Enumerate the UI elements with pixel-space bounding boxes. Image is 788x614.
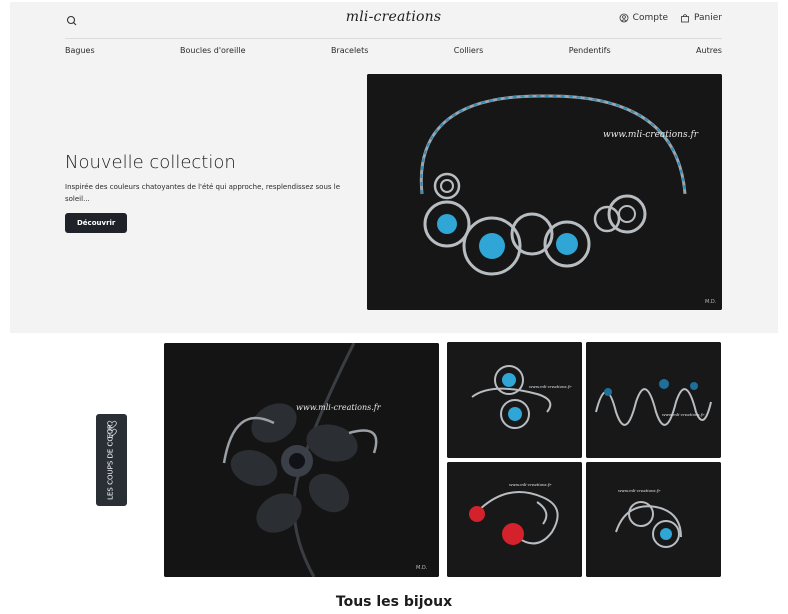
hero-content: Nouvelle collection Inspirée des couleur… (65, 152, 355, 233)
cart-label: Panier (694, 13, 722, 23)
hero-image-credit: M.D. (705, 299, 717, 305)
nav-item-boucles-oreille[interactable]: Boucles d'oreille (180, 46, 246, 55)
thumb-watermark: www.mli-creations.fr (529, 384, 572, 389)
nav-item-colliers[interactable]: Colliers (454, 46, 484, 55)
hero-description: Inspirée des couleurs chatoyantes de l'é… (65, 183, 341, 203)
nav-item-pendentifs[interactable]: Pendentifs (569, 46, 611, 55)
favorite-main-credit: M.D. (416, 565, 428, 571)
thumb-watermark: www.mli-creations.fr (618, 488, 661, 493)
nav-item-bracelets[interactable]: Bracelets (331, 46, 368, 55)
favorite-main-image[interactable]: www.mli-creations.fr M.D. (164, 343, 439, 577)
thumb-watermark: www.mli-creations.fr (509, 482, 552, 487)
main-nav: Bagues Boucles d'oreille Bracelets Colli… (65, 46, 722, 55)
favorite-thumb-ring-blue[interactable]: www.mli-creations.fr (447, 342, 582, 458)
header: mli-creations Compte Panier (65, 8, 722, 32)
favorite-thumb-ring-red[interactable]: www.mli-creations.fr (447, 462, 582, 577)
nav-item-autres[interactable]: Autres (696, 46, 722, 55)
account-icon (619, 13, 629, 23)
account-links: Compte Panier (619, 13, 722, 23)
section-title-all-jewelry: Tous les bijoux (335, 594, 453, 610)
cart-icon (681, 14, 689, 23)
favorites-tab[interactable]: LES COUPS DE CŒUR (96, 414, 127, 506)
account-label: Compte (632, 13, 669, 23)
favorite-main-watermark: www.mli-creations.fr (296, 403, 381, 412)
favorite-thumb-wavy-bracelet[interactable]: www.mli-creations.fr (586, 342, 721, 458)
nav-item-bagues[interactable]: Bagues (65, 46, 95, 55)
favorite-thumb-ring-swirl[interactable]: www.mli-creations.fr (586, 462, 721, 577)
header-divider (65, 38, 722, 39)
favorites-tab-label: LES COUPS DE CŒUR (106, 424, 115, 500)
thumb-watermark: www.mli-creations.fr (662, 412, 705, 417)
discover-button[interactable]: Découvrir (65, 213, 128, 233)
account-link[interactable]: Compte (619, 13, 668, 23)
hero-title: Nouvelle collection (65, 152, 236, 173)
hero-image-watermark: www.mli-creations.fr (603, 130, 699, 140)
hero-necklace-image[interactable]: www.mli-creations.fr M.D. (367, 74, 722, 310)
cart-link[interactable]: Panier (680, 13, 722, 23)
